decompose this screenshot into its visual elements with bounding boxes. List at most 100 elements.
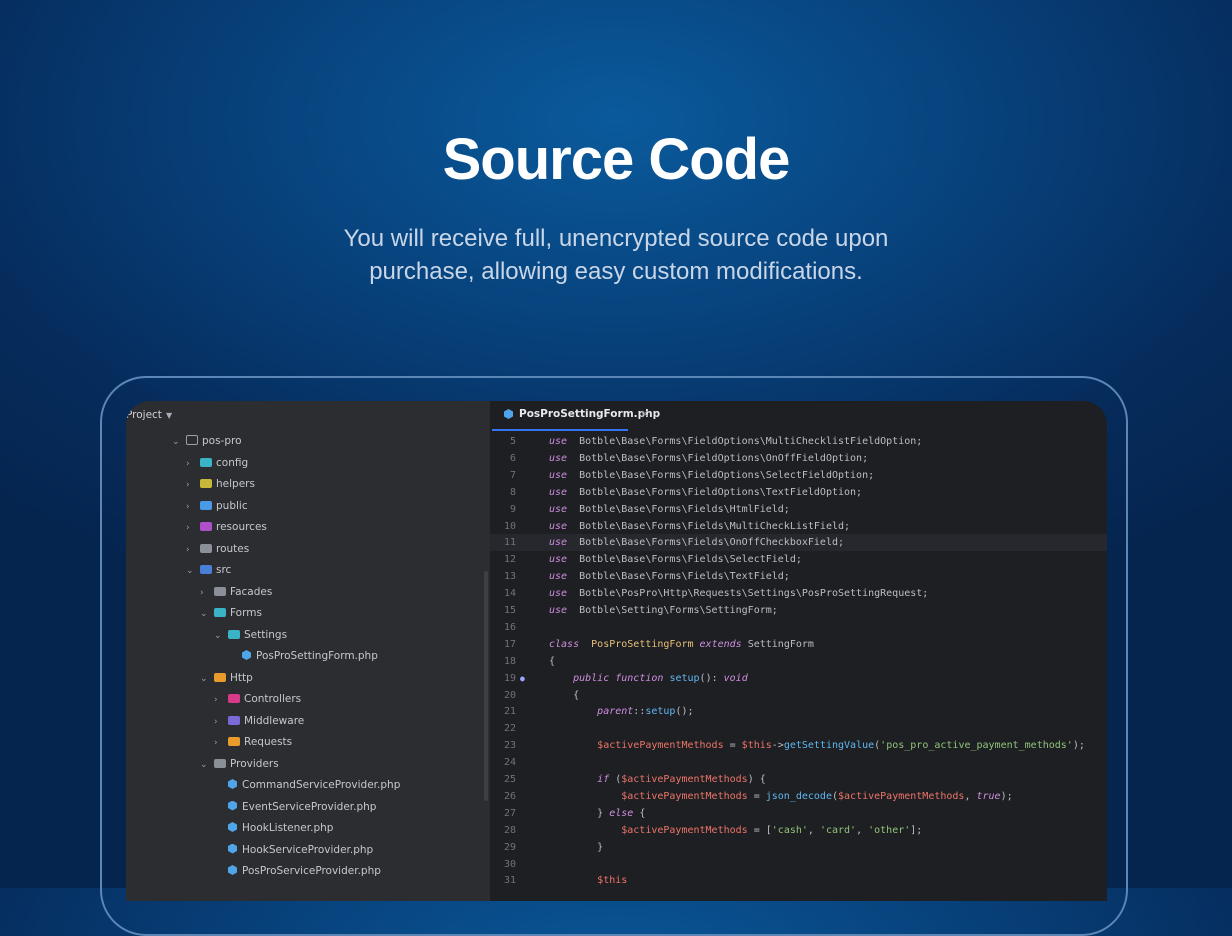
tree-item[interactable]: ⌄ Settings (214, 625, 287, 645)
code-line[interactable]: 26 $activePaymentMethods = json_decode($… (490, 788, 1107, 805)
tree-item[interactable]: HookServiceProvider.php (228, 840, 373, 860)
tree-item-label: HookServiceProvider.php (242, 843, 374, 856)
code-line[interactable]: 9 use Botble\Base\Forms\Fields\HtmlField; (490, 501, 1107, 518)
tree-item-label: pos-pro (202, 435, 242, 447)
code-line[interactable]: 13 use Botble\Base\Forms\Fields\TextField… (490, 568, 1107, 585)
tree-item[interactable]: PosProServiceProvider.php (228, 861, 381, 881)
tree-item[interactable]: › routes (186, 539, 249, 559)
line-number: 28 (503, 824, 516, 836)
code-line[interactable]: 23 $activePaymentMethods = $this->getSet… (490, 737, 1107, 754)
code-line[interactable]: 5 use Botble\Base\Forms\FieldOptions\Mult… (490, 433, 1107, 450)
project-header[interactable]: Project ▼ (126, 407, 172, 423)
chevron-right-icon[interactable]: › (186, 475, 200, 495)
tree-item[interactable]: › Controllers (214, 689, 301, 709)
tree-item-label: CommandServiceProvider.php (242, 779, 401, 791)
code-token: use (549, 503, 568, 515)
tree-item[interactable]: ⌄ Forms (200, 603, 262, 623)
tree-item[interactable]: › resources (186, 517, 267, 537)
tree-item[interactable]: › Middleware (214, 711, 304, 731)
code-text: class PosProSettingForm extends SettingF… (549, 636, 814, 653)
code-line[interactable]: 18 { (490, 653, 1107, 670)
tree-item[interactable]: HookListener.php (228, 818, 333, 838)
code-token: 'pos_pro_active_payment_methods' (880, 740, 1073, 752)
code-line[interactable]: 11 use Botble\Base\Forms\Fields\OnOffChec… (490, 534, 1107, 552)
code-line[interactable]: 7 use Botble\Base\Forms\FieldOptions\Sele… (490, 467, 1107, 484)
code-editor[interactable]: PosProSettingForm.php × 5 use Botble\Base… (490, 401, 1107, 901)
code-line[interactable]: 20 { (490, 687, 1107, 704)
code-token: getSettingValue (783, 740, 875, 752)
code-line[interactable]: 6 use Botble\Base\Forms\FieldOptions\OnOf… (490, 450, 1107, 467)
chevron-down-icon[interactable]: ⌄ (200, 755, 214, 775)
line-number: 27 (503, 807, 516, 819)
code-line[interactable]: 31 $this (490, 872, 1107, 889)
code-line[interactable]: 10 use Botble\Base\Forms\Fields\MultiChec… (490, 518, 1107, 535)
tree-item-label: PosProServiceProvider.php (242, 865, 381, 877)
folder-icon (214, 608, 226, 617)
code-token: use (549, 469, 568, 481)
tree-item[interactable]: › public (186, 496, 248, 516)
code-token: (): (699, 672, 724, 684)
tab-posprosettingform[interactable]: PosProSettingForm.php × (492, 401, 660, 431)
code-token: = (723, 740, 742, 752)
close-icon[interactable]: × (640, 407, 649, 420)
code-token: = (747, 790, 766, 802)
code-token: SettingForm (741, 638, 814, 650)
code-line[interactable]: 28 $activePaymentMethods = ['cash', 'car… (490, 822, 1107, 839)
php-file-icon (228, 822, 237, 832)
chevron-down-icon[interactable]: ⌄ (186, 561, 200, 581)
code-line[interactable]: 17 class PosProSettingForm extends Settin… (490, 636, 1107, 653)
chevron-down-icon[interactable]: ⌄ (200, 669, 214, 689)
code-line[interactable]: 27 } else { (490, 805, 1107, 822)
chevron-right-icon[interactable]: › (214, 712, 228, 732)
tree-item[interactable]: › Requests (214, 732, 292, 752)
code-line[interactable]: 30 (490, 856, 1107, 873)
tree-item[interactable]: › Facades (200, 582, 272, 602)
code-token: ); (1000, 790, 1013, 802)
code-text: if ($activePaymentMethods) { (549, 771, 766, 788)
chevron-down-icon[interactable]: ⌄ (200, 604, 214, 624)
tree-item[interactable]: PosProSettingForm.php (242, 646, 378, 666)
folder-icon (186, 435, 198, 445)
tree-item[interactable]: ⌄ pos-pro (172, 431, 242, 451)
code-line[interactable]: 15 use Botble\Setting\Forms\SettingForm; (490, 602, 1107, 619)
code-text: $this (549, 872, 627, 889)
chevron-right-icon[interactable]: › (186, 518, 200, 538)
tree-item[interactable]: ⌄ Http (200, 668, 253, 688)
folder-icon (228, 694, 240, 703)
tree-item[interactable]: EventServiceProvider.php (228, 797, 376, 817)
code-line[interactable]: 19 ● public function setup(): void (490, 670, 1107, 687)
code-line[interactable]: 25 if ($activePaymentMethods) { (490, 771, 1107, 788)
code-token: public function (573, 672, 664, 684)
code-line[interactable]: 12 use Botble\Base\Forms\Fields\SelectFie… (490, 551, 1107, 568)
tree-item[interactable]: CommandServiceProvider.php (228, 775, 400, 795)
code-text: use Botble\Base\Forms\FieldOptions\Selec… (549, 467, 874, 484)
project-scrollbar[interactable] (484, 571, 488, 801)
code-line[interactable]: 14 use Botble\PosPro\Http\Requests\Settin… (490, 585, 1107, 602)
code-line[interactable]: 21 parent::setup(); (490, 703, 1107, 720)
code-line[interactable]: 24 (490, 754, 1107, 771)
tree-item[interactable]: ⌄ Providers (200, 754, 279, 774)
chevron-right-icon[interactable]: › (186, 540, 200, 560)
chevron-right-icon[interactable]: › (186, 497, 200, 517)
code-token: Botble\Base\Forms\Fields\MultiCheckListF… (567, 520, 851, 532)
chevron-down-icon[interactable]: ⌄ (214, 626, 228, 646)
code-line[interactable]: 8 use Botble\Base\Forms\FieldOptions\Text… (490, 484, 1107, 501)
tree-item[interactable]: › helpers (186, 474, 255, 494)
code-line[interactable]: 16 (490, 619, 1107, 636)
chevron-down-icon[interactable]: ⌄ (172, 432, 186, 452)
override-marker-icon[interactable]: ● (520, 670, 525, 687)
page-title: Source Code (442, 127, 791, 192)
chevron-right-icon[interactable]: › (214, 733, 228, 753)
code-line[interactable]: 22 (490, 720, 1107, 737)
chevron-right-icon[interactable]: › (200, 583, 214, 603)
chevron-right-icon[interactable]: › (214, 690, 228, 710)
tree-item[interactable]: ⌄ src (186, 560, 231, 580)
chevron-right-icon[interactable]: › (186, 454, 200, 474)
code-line[interactable]: 29 } (490, 839, 1107, 856)
code-token: Botble\Base\Forms\Fields\TextField; (567, 571, 790, 583)
line-number: 7 (509, 469, 516, 481)
code-token: $activePaymentMethods (838, 790, 965, 802)
tree-item[interactable]: › config (186, 453, 248, 473)
code-token: use (549, 520, 568, 532)
